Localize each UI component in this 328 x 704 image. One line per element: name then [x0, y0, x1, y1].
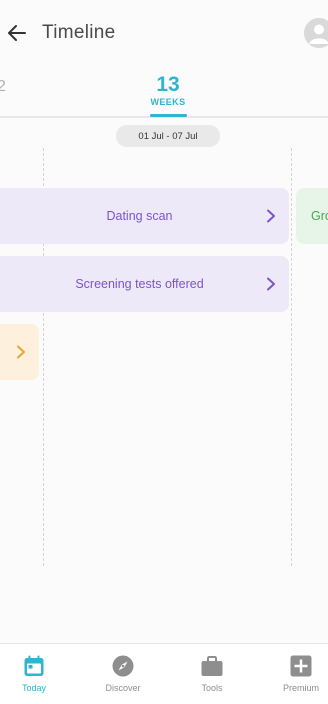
nav-today[interactable]: Today — [0, 644, 69, 704]
arrow-left-icon — [8, 25, 26, 41]
back-button[interactable] — [4, 18, 30, 48]
plus-box-icon — [290, 655, 312, 677]
nav-premium[interactable]: Premium — [266, 644, 328, 704]
timeline-screen: Timeline 2 13 WEEKS 01 Jul - 07 Jul Dati… — [0, 0, 328, 704]
current-week-number[interactable]: 13 — [148, 73, 188, 97]
nav-label: Tools — [201, 683, 223, 693]
current-week-unit: WEEKS — [150, 97, 186, 107]
briefcase-icon — [201, 656, 223, 676]
dating-scan-card[interactable]: Dating scan — [0, 188, 289, 244]
previous-week[interactable]: 2 — [0, 78, 6, 96]
nav-label: Today — [21, 683, 47, 693]
calendar-icon — [24, 655, 44, 676]
user-avatar-icon[interactable] — [304, 18, 328, 48]
chevron-right-icon — [17, 345, 25, 359]
timeline-guide-right — [291, 148, 292, 566]
week-picker: 2 13 WEEKS — [0, 64, 328, 118]
current-week-indicator — [150, 114, 187, 117]
chevron-right-icon — [267, 277, 275, 291]
orange-event-card[interactable] — [0, 324, 39, 380]
compass-icon — [112, 655, 134, 677]
growth-card[interactable]: Gro — [296, 188, 328, 244]
nav-label: Premium — [282, 683, 319, 693]
card-label: Dating scan — [106, 209, 173, 223]
date-range-chip: 01 Jul - 07 Jul — [116, 125, 220, 147]
nav-tools[interactable]: Tools — [177, 644, 247, 704]
screening-tests-card[interactable]: Screening tests offered — [0, 256, 289, 312]
card-label: Gro — [311, 209, 328, 223]
nav-label: Discover — [105, 683, 141, 693]
chevron-right-icon — [267, 209, 275, 223]
page-title: Timeline — [42, 22, 116, 43]
nav-discover[interactable]: Discover — [88, 644, 158, 704]
bottom-navigation: Today Discover Tools Premium — [0, 643, 328, 704]
date-range-label: 01 Jul - 07 Jul — [138, 130, 198, 142]
app-header: Timeline — [0, 0, 328, 64]
card-label: Screening tests offered — [75, 277, 204, 291]
